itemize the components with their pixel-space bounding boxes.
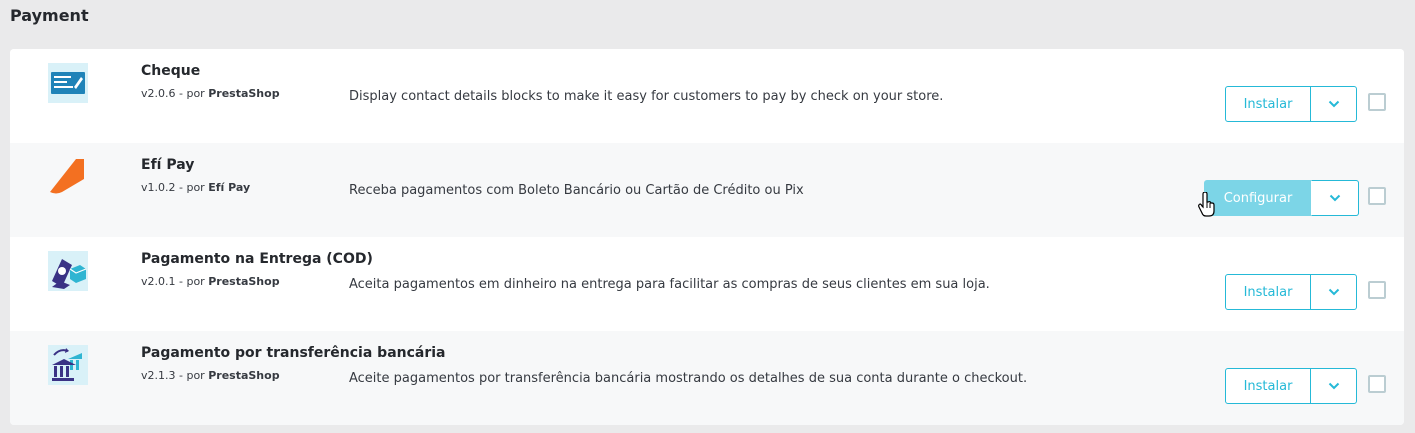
bulk-select-checkbox[interactable] (1368, 187, 1386, 205)
section-title: Payment (10, 6, 89, 25)
cheque-icon (48, 63, 88, 103)
module-description: Aceite pagamentos por transferência banc… (349, 371, 1028, 386)
install-button-group: Instalar (1225, 274, 1357, 310)
action-dropdown-toggle[interactable] (1312, 180, 1359, 216)
install-button-group: Instalar (1225, 368, 1357, 404)
efi-pay-logo-icon (48, 157, 88, 197)
module-row-efi-pay: Efí Pay v1.0.2 - por Efí Pay Receba paga… (10, 143, 1404, 237)
module-version: v1.0.2 - por Efí Pay (141, 181, 251, 194)
install-button[interactable]: Instalar (1226, 87, 1311, 121)
action-dropdown-toggle[interactable] (1311, 87, 1356, 121)
module-name: Pagamento por transferência bancária (141, 345, 446, 361)
bulk-select-checkbox[interactable] (1368, 93, 1386, 111)
chevron-down-icon (1328, 100, 1339, 108)
module-name: Efí Pay (141, 157, 195, 173)
bank-transfer-icon (48, 345, 88, 385)
action-dropdown-toggle[interactable] (1311, 275, 1356, 309)
chevron-down-icon (1328, 288, 1339, 296)
module-row-bank-transfer: Pagamento por transferência bancária v2.… (10, 331, 1404, 425)
module-row-cheque: Cheque v2.0.6 - por PrestaShop Display c… (10, 49, 1404, 143)
module-version: v2.0.1 - por PrestaShop (141, 275, 280, 288)
install-button[interactable]: Instalar (1226, 275, 1311, 309)
configure-button-group: Configurar (1204, 180, 1359, 216)
install-button[interactable]: Instalar (1226, 369, 1311, 403)
module-description: Aceita pagamentos em dinheiro na entrega… (349, 277, 990, 292)
module-name: Pagamento na Entrega (COD) (141, 251, 373, 267)
module-description: Receba pagamentos com Boleto Bancário ou… (349, 183, 804, 198)
module-version: v2.1.3 - por PrestaShop (141, 369, 280, 382)
hand-cursor-icon (1198, 192, 1215, 217)
bulk-select-checkbox[interactable] (1368, 281, 1386, 299)
module-row-cod: Pagamento na Entrega (COD) v2.0.1 - por … (10, 237, 1404, 331)
cash-on-delivery-icon (48, 251, 88, 291)
module-name: Cheque (141, 63, 201, 79)
module-author: Efí Pay (208, 181, 251, 194)
chevron-down-icon (1328, 382, 1339, 390)
install-button-group: Instalar (1225, 86, 1357, 122)
module-author: PrestaShop (208, 369, 280, 382)
configure-button[interactable]: Configurar (1205, 181, 1312, 215)
chevron-down-icon (1329, 194, 1341, 202)
action-dropdown-toggle[interactable] (1311, 369, 1356, 403)
module-version: v2.0.6 - por PrestaShop (141, 87, 280, 100)
bulk-select-checkbox[interactable] (1368, 375, 1386, 393)
module-author: PrestaShop (208, 275, 280, 288)
module-list: Cheque v2.0.6 - por PrestaShop Display c… (10, 49, 1404, 425)
module-author: PrestaShop (208, 87, 280, 100)
module-description: Display contact details blocks to make i… (349, 89, 944, 104)
